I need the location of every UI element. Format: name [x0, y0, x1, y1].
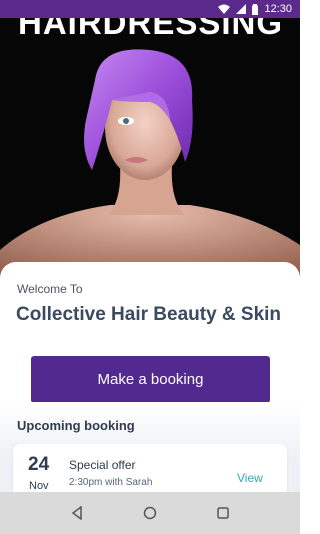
status-time: 12:30	[264, 3, 292, 15]
signal-icon	[236, 4, 247, 14]
booking-subtitle: 2:30pm with Sarah	[69, 477, 153, 488]
home-icon[interactable]	[130, 493, 170, 533]
upcoming-title: Upcoming booking	[17, 418, 135, 433]
make-booking-button[interactable]: Make a booking	[31, 356, 270, 403]
upcoming-section: Upcoming booking 24 Nov Special offer 2:…	[0, 402, 300, 504]
battery-icon	[252, 3, 259, 15]
hero-banner: HAIRDRESSING	[0, 0, 300, 290]
recents-icon[interactable]	[203, 493, 243, 533]
booking-month: Nov	[29, 480, 49, 492]
salon-name: Collective Hair Beauty & Skin	[16, 304, 282, 325]
back-icon[interactable]	[57, 493, 97, 533]
booking-title: Special offer	[69, 458, 136, 472]
system-nav-bar	[0, 492, 300, 534]
wifi-icon	[218, 4, 231, 14]
booking-day: 24	[28, 454, 50, 475]
status-bar: 12:30	[0, 0, 300, 18]
welcome-label: Welcome To	[17, 282, 83, 296]
welcome-card: Welcome To Collective Hair Beauty & Skin…	[0, 262, 300, 504]
hero-photo	[0, 49, 300, 290]
view-booking-link[interactable]: View	[237, 471, 263, 485]
